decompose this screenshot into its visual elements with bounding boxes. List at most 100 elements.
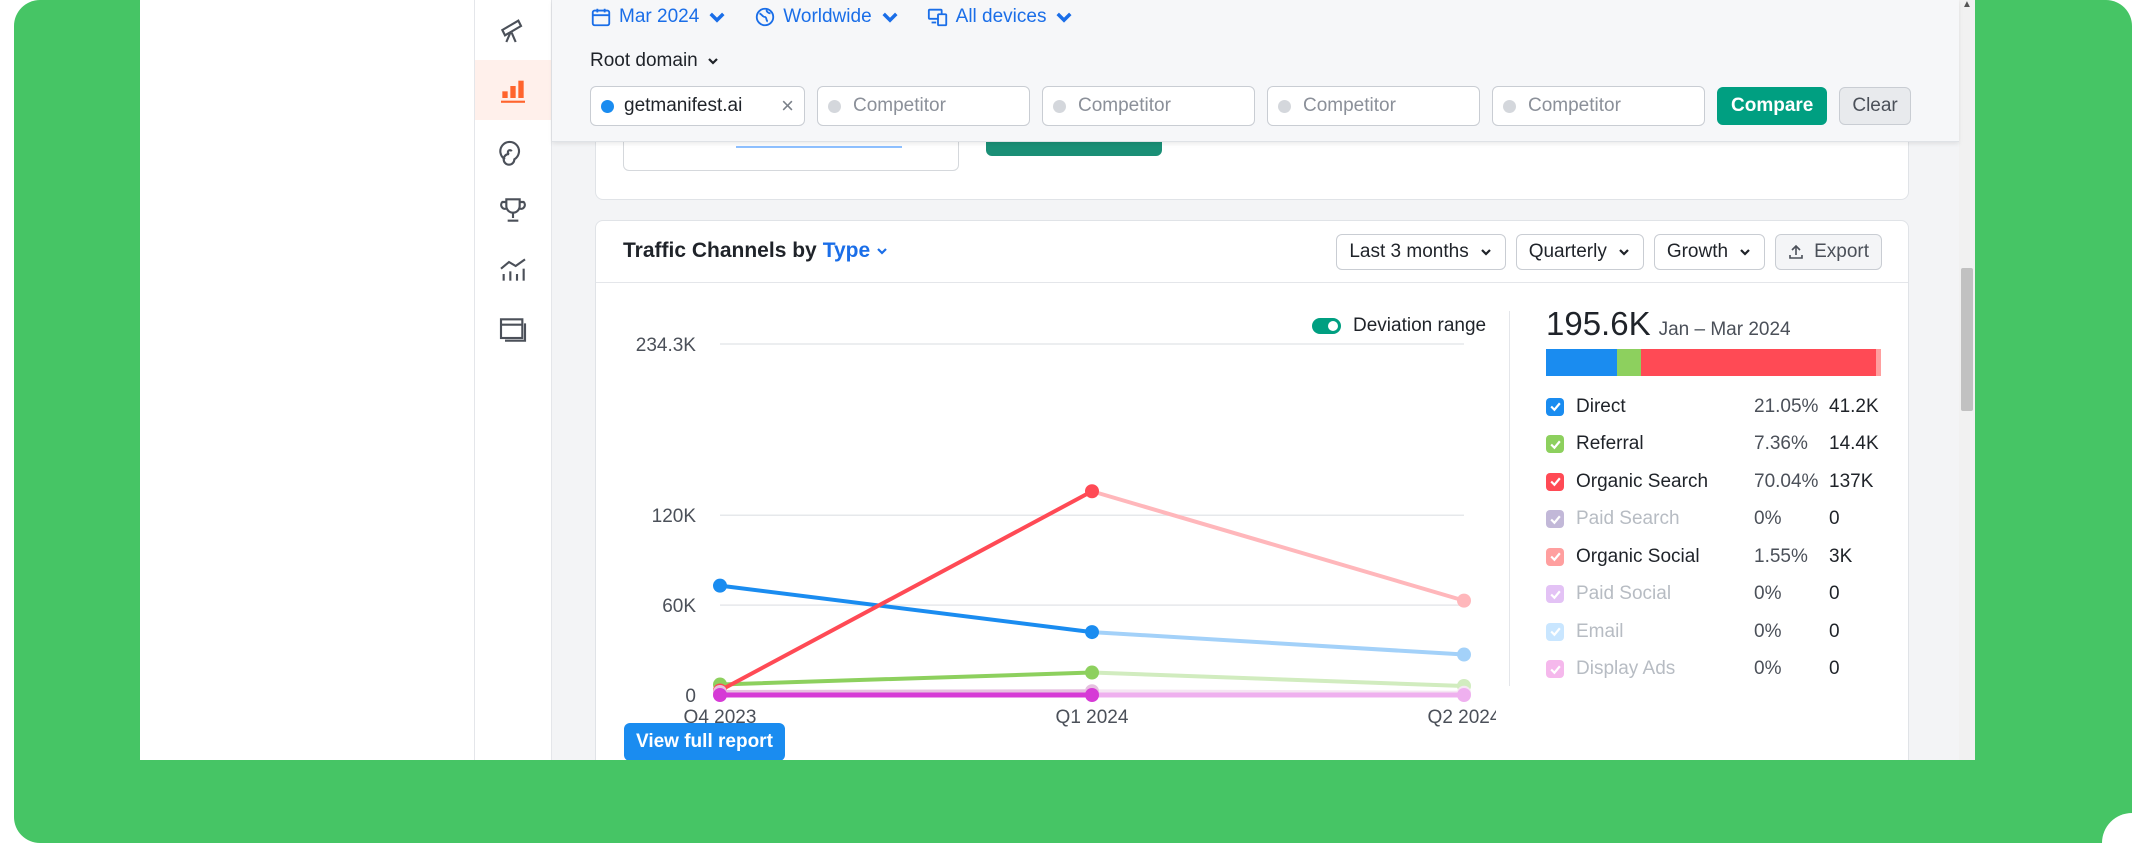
- series-line-projected: [1090, 489, 1466, 603]
- legend-row[interactable]: Paid Social 0% 0: [1546, 576, 1881, 614]
- card-title: Traffic Channels by Type: [623, 239, 889, 263]
- granularity-select[interactable]: Quarterly: [1515, 234, 1644, 270]
- rail-trends[interactable]: [475, 240, 551, 300]
- checkbox[interactable]: [1546, 660, 1564, 679]
- competitor-field-1[interactable]: [817, 86, 1030, 126]
- granularity-select-label: Quarterly: [1528, 241, 1607, 262]
- previous-card-underline: [736, 146, 902, 148]
- calendar-icon: [591, 8, 611, 27]
- checkbox[interactable]: [1546, 435, 1564, 454]
- checkbox[interactable]: [1546, 585, 1564, 604]
- rail-spiral[interactable]: [475, 120, 551, 180]
- legend-row[interactable]: Paid Search 0% 0: [1546, 501, 1881, 539]
- compare-button[interactable]: Compare: [1717, 87, 1828, 125]
- main-content: Mar 2024 Worldwide All devices Root doma…: [552, 0, 1959, 760]
- view-full-report-button[interactable]: View full report: [624, 723, 785, 760]
- type-selector-label: Type: [822, 239, 871, 262]
- date-filter[interactable]: Mar 2024: [590, 6, 728, 28]
- chevron-down-icon: [1480, 249, 1491, 256]
- domain-value: getmanifest.ai: [624, 95, 743, 116]
- domain-field[interactable]: getmanifest.ai ×: [590, 86, 805, 126]
- channel-name: Email: [1576, 620, 1624, 642]
- checkbox[interactable]: [1546, 472, 1564, 491]
- clear-button[interactable]: Clear: [1839, 87, 1911, 125]
- scroll-up-arrow[interactable]: ▲: [1962, 0, 1972, 10]
- competitor-field-2[interactable]: [1042, 86, 1255, 126]
- competitor-input[interactable]: [1303, 95, 1463, 117]
- data-point[interactable]: [1457, 688, 1471, 702]
- rail-traffic-analytics[interactable]: [475, 60, 551, 120]
- chevron-down-icon: [1740, 249, 1750, 256]
- channel-value: 0: [1829, 620, 1840, 642]
- legend-row[interactable]: Direct 21.05% 41.2K: [1546, 388, 1881, 426]
- data-point[interactable]: [713, 688, 727, 702]
- data-point[interactable]: [1085, 665, 1099, 680]
- rail-trophy[interactable]: [475, 180, 551, 240]
- scope-selector[interactable]: Root domain: [590, 50, 720, 72]
- share-segment: [1641, 349, 1876, 376]
- telescope-icon: [500, 19, 523, 43]
- channel-percent: 0%: [1754, 620, 1782, 642]
- legend-row[interactable]: Email 0% 0: [1546, 613, 1881, 651]
- devices-filter-label: All devices: [955, 6, 1047, 27]
- checkbox[interactable]: [1546, 622, 1564, 641]
- export-button[interactable]: Export: [1775, 234, 1882, 270]
- tool-rail: [474, 0, 552, 760]
- check-icon: [1549, 477, 1561, 487]
- competitor-input[interactable]: [1528, 95, 1688, 117]
- devices-filter[interactable]: All devices: [927, 6, 1076, 28]
- spiral-icon: [499, 140, 521, 166]
- period-select-label: Last 3 months: [1349, 241, 1469, 262]
- legend-row[interactable]: Organic Search 70.04% 137K: [1546, 463, 1881, 501]
- page-scrollbar[interactable]: ▲: [1959, 0, 1975, 760]
- channel-name: Paid Social: [1576, 583, 1672, 605]
- legend-row[interactable]: Organic Social 1.55% 3K: [1546, 538, 1881, 576]
- data-point[interactable]: [1085, 688, 1099, 702]
- checkbox[interactable]: [1546, 510, 1564, 529]
- globe-icon: [756, 7, 775, 27]
- competitor-input[interactable]: [1078, 95, 1238, 117]
- competitor-field-4[interactable]: [1492, 86, 1705, 126]
- scroll-thumb[interactable]: [1961, 268, 1973, 411]
- chevron-down-icon: [877, 248, 887, 255]
- channel-name: Organic Social: [1576, 545, 1700, 567]
- checkbox[interactable]: [1546, 547, 1564, 566]
- domain-color-dot: [601, 99, 614, 113]
- region-filter-label: Worldwide: [783, 6, 872, 27]
- channel-percent: 0%: [1754, 583, 1782, 605]
- share-segment: [1546, 349, 1617, 376]
- series-line: [718, 670, 1094, 687]
- type-selector[interactable]: Type: [823, 239, 889, 263]
- check-icon: [1549, 402, 1561, 412]
- data-point[interactable]: [1457, 647, 1471, 662]
- legend-row[interactable]: Display Ads 0% 0: [1546, 651, 1881, 689]
- data-point[interactable]: [1085, 625, 1099, 640]
- y-tick-label: 120K: [652, 506, 697, 527]
- data-point[interactable]: [1457, 593, 1471, 608]
- card-title-prefix: Traffic Channels by: [623, 239, 817, 262]
- competitor-input[interactable]: [853, 95, 1013, 117]
- metric-select[interactable]: Growth: [1653, 234, 1766, 270]
- data-point[interactable]: [1085, 484, 1099, 499]
- channel-percent: 70.04%: [1754, 470, 1819, 492]
- rail-telescope[interactable]: [475, 0, 551, 60]
- chevron-down-icon: [707, 58, 718, 65]
- chevron-down-icon: [709, 12, 725, 23]
- competitor-field-3[interactable]: [1267, 86, 1480, 126]
- data-point[interactable]: [713, 578, 727, 593]
- rail-window[interactable]: [475, 300, 551, 360]
- competitor-dot: [1503, 99, 1516, 113]
- window-icon: [499, 318, 527, 342]
- trend-chart-icon: [500, 258, 526, 281]
- legend-row[interactable]: Referral 7.36% 14.4K: [1546, 426, 1881, 464]
- checkbox[interactable]: [1546, 397, 1564, 416]
- close-icon[interactable]: ×: [781, 95, 794, 117]
- y-tick-label: 0: [685, 686, 696, 707]
- series-line-projected: [1090, 670, 1466, 689]
- filter-bar: Mar 2024 Worldwide All devices Root doma…: [552, 0, 1959, 142]
- trophy-icon: [500, 198, 526, 222]
- period-select[interactable]: Last 3 months: [1336, 234, 1506, 270]
- y-tick-label: 60K: [662, 596, 696, 617]
- region-filter[interactable]: Worldwide: [754, 6, 900, 28]
- x-tick-label: Q2 2024: [1428, 707, 1496, 728]
